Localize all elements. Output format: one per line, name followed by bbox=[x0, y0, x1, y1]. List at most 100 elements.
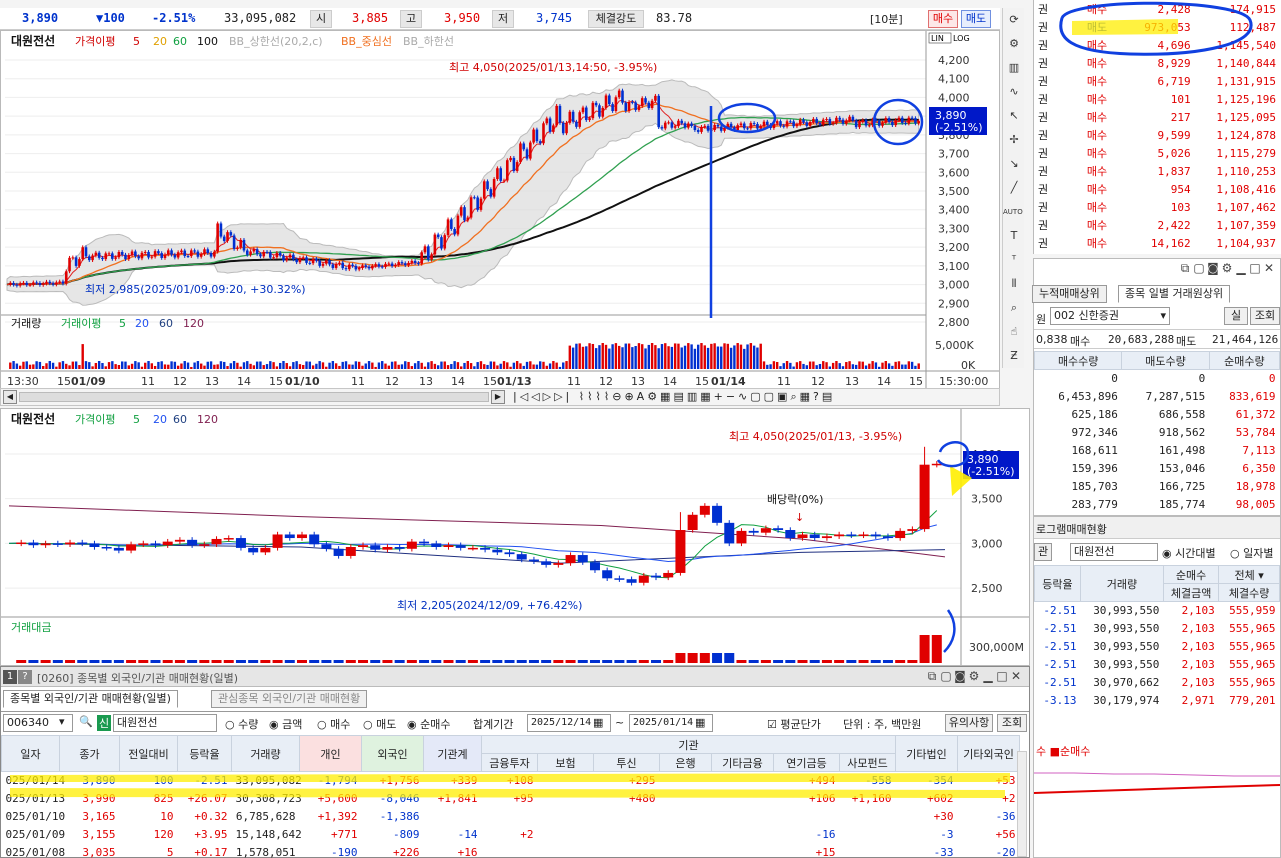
program-row[interactable]: -2.51 30,993,550 2,103 555,965 bbox=[1035, 638, 1280, 656]
calendar-to-icon[interactable]: ▦ bbox=[695, 716, 705, 729]
clip-icon[interactable]: ▢ bbox=[939, 669, 953, 683]
broker-rank-row[interactable]: 0 0 0 bbox=[1035, 370, 1280, 388]
zigzag-icon[interactable]: Ƶ bbox=[1005, 348, 1023, 364]
sell-button[interactable]: 매도 bbox=[961, 10, 991, 28]
tab-stock-daily[interactable]: 종목별 외국인/기관 매매현황(일별) bbox=[3, 690, 178, 708]
broker-trade-row[interactable]: 권 매수 1,837 1,110,253 bbox=[1034, 162, 1280, 180]
broker-trade-row[interactable]: 권 매수 9,599 1,124,878 bbox=[1034, 126, 1280, 144]
minimize-icon[interactable]: ▁ bbox=[981, 669, 995, 683]
chart-tools-strip[interactable]: |◁◁▷▷| ⌇⌇⌇⌇⊖⊕A⚙▦▤▥▦+−∿▢▢▣⌕▦?▤ bbox=[513, 390, 835, 404]
amount-bar bbox=[931, 635, 942, 663]
candle-body bbox=[846, 534, 857, 536]
table-row[interactable]: 025/01/14 3,890 100 -2.51 33,095,082 -1,794 +1… bbox=[2, 772, 1020, 790]
maximize-icon[interactable]: □ bbox=[995, 669, 1009, 683]
notice-button[interactable]: 유의사항 bbox=[945, 714, 993, 732]
zoom-icon[interactable]: ⌕ bbox=[1005, 300, 1023, 316]
tab-daily-broker[interactable]: 종목 일별 거래원상위 bbox=[1118, 285, 1231, 303]
arrow-icon[interactable]: ↘ bbox=[1005, 156, 1023, 172]
candle-icon[interactable]: ⫴ bbox=[1005, 276, 1023, 292]
chart-type-icon[interactable]: ▥ bbox=[1005, 60, 1023, 76]
auto-icon[interactable]: AUTO bbox=[1003, 204, 1023, 220]
broker-select[interactable]: 002 신한증권 ▾ bbox=[1050, 307, 1170, 325]
table-scrollbar[interactable] bbox=[1017, 751, 1027, 857]
broker-rank-row[interactable]: 168,611 161,498 7,113 bbox=[1035, 442, 1280, 460]
broker-rank-row[interactable]: 283,779 185,774 98,005 bbox=[1035, 496, 1280, 514]
close-icon[interactable]: ✕ bbox=[1009, 669, 1023, 683]
gear-icon[interactable]: ⚙ bbox=[967, 669, 981, 683]
radio-quantity[interactable]: ○ 수량 bbox=[225, 716, 258, 732]
settings-icon[interactable]: ⚙ bbox=[1005, 36, 1023, 52]
interval-select[interactable]: [10분] bbox=[870, 11, 903, 27]
broker-trade-row[interactable]: 권 매수 2,428 174,915 bbox=[1034, 0, 1280, 18]
daily-chart[interactable]: 대원전선 가격이평 5 20 60 120 최고 4,050(2025/01/1… bbox=[1, 409, 1029, 665]
refresh-icon[interactable]: ⟳ bbox=[1005, 12, 1023, 28]
radio-by-day[interactable]: ○ 일자별 bbox=[1230, 545, 1273, 561]
buy-button[interactable]: 매수 bbox=[928, 10, 958, 28]
radio-net[interactable]: ◉ 순매수 bbox=[407, 716, 450, 732]
broker-rank-row[interactable]: 185,703 166,725 18,978 bbox=[1035, 478, 1280, 496]
line-icon[interactable]: ╱ bbox=[1005, 180, 1023, 196]
close-icon[interactable]: ✕ bbox=[1262, 261, 1276, 275]
query-button[interactable]: 조회 bbox=[1250, 307, 1280, 325]
broker-trade-row[interactable]: 권 매수 5,026 1,115,279 bbox=[1034, 144, 1280, 162]
broker-rank-row[interactable]: 972,346 918,562 53,784 bbox=[1035, 424, 1280, 442]
table-row[interactable]: 025/01/08 3,035 5 +0.17 1,578,051 -190 +226 +16… bbox=[2, 844, 1020, 858]
broker-trade-row[interactable]: 권 매수 2,422 1,107,359 bbox=[1034, 216, 1280, 234]
x-tick-label: 11 bbox=[567, 375, 581, 388]
radio-by-time[interactable]: ◉ 시간대별 bbox=[1162, 545, 1216, 561]
broker-trade-row[interactable]: 권 매수 103 1,107,462 bbox=[1034, 198, 1280, 216]
broker-trade-row[interactable]: 권 매수 6,719 1,131,915 bbox=[1034, 72, 1280, 90]
avg-price-checkbox[interactable]: ☑ 평균단가 bbox=[767, 716, 821, 732]
maximize-icon[interactable]: □ bbox=[1248, 261, 1262, 275]
header-select[interactable]: 전체 ▾ bbox=[1218, 565, 1280, 584]
broker-trade-row[interactable]: 권 매수 954 1,108,416 bbox=[1034, 180, 1280, 198]
code-dropdown-icon[interactable]: ▾ bbox=[59, 715, 65, 728]
table-row[interactable]: 025/01/13 3,990 825 +26.07 30,308,723 +5,600 -… bbox=[2, 790, 1020, 808]
broker-rank-row[interactable]: 6,453,896 7,287,515 833,619 bbox=[1035, 388, 1280, 406]
broker-rank-row[interactable]: 159,396 153,046 6,350 bbox=[1035, 460, 1280, 478]
broker-trade-row[interactable]: 권 매수 8,929 1,140,844 bbox=[1034, 54, 1280, 72]
link-icon[interactable]: ⧉ bbox=[925, 669, 939, 684]
search-icon[interactable]: 🔍 bbox=[79, 715, 93, 728]
scroll-left-button[interactable]: ◀ bbox=[3, 390, 17, 404]
broker-trade-row[interactable]: 권 매수 101 1,125,196 bbox=[1034, 90, 1280, 108]
program-row[interactable]: -2.51 30,993,550 2,103 555,959 bbox=[1035, 602, 1280, 620]
tab-cumulative[interactable]: 누적매매상위 bbox=[1032, 285, 1107, 303]
pointer-icon[interactable]: ↖ bbox=[1005, 108, 1023, 124]
broker-trade-row[interactable]: 권 매수 217 1,125,095 bbox=[1034, 108, 1280, 126]
scroll-right-button[interactable]: ▶ bbox=[491, 390, 505, 404]
clip-icon[interactable]: ▢ bbox=[1192, 261, 1206, 275]
calendar-from-icon[interactable]: ▦ bbox=[593, 716, 603, 729]
text-box-icon[interactable]: ᵀ bbox=[1005, 252, 1023, 268]
radio-amount[interactable]: ◉ 금액 bbox=[269, 716, 302, 732]
broker-rank-row[interactable]: 625,186 686,558 61,372 bbox=[1035, 406, 1280, 424]
minimize-icon[interactable]: ▁ bbox=[1234, 261, 1248, 275]
program-row[interactable]: -3.13 30,179,974 2,971 779,201 bbox=[1035, 692, 1280, 710]
text-icon[interactable]: T bbox=[1005, 228, 1023, 244]
broker-trade-row[interactable]: 권 매수 4,696 1,145,540 bbox=[1034, 36, 1280, 54]
chart-scrollbar[interactable] bbox=[19, 392, 489, 402]
broker-trade-row[interactable]: 권 매수 14,162 1,104,937 bbox=[1034, 234, 1280, 252]
gear-icon[interactable]: ⚙ bbox=[1220, 261, 1234, 275]
program-btn[interactable]: 관 bbox=[1034, 543, 1052, 561]
program-row[interactable]: -2.51 30,993,550 2,103 555,965 bbox=[1035, 620, 1280, 638]
cross-icon[interactable]: ✢ bbox=[1005, 132, 1023, 148]
camera-icon[interactable]: ◙ bbox=[1206, 261, 1220, 275]
tab-watchlist[interactable]: 관심종목 외국인/기관 매매현황 bbox=[211, 690, 368, 708]
program-row[interactable]: -2.51 30,970,662 2,103 555,965 bbox=[1035, 674, 1280, 692]
radio-sell[interactable]: ○ 매도 bbox=[363, 716, 396, 732]
real-button[interactable]: 실 bbox=[1224, 307, 1248, 325]
camera-icon[interactable]: ◙ bbox=[953, 669, 967, 683]
table-row[interactable]: 025/01/10 3,165 10 +0.32 6,785,628 +1,392 -1,3… bbox=[2, 808, 1020, 826]
program-row[interactable]: -2.51 30,993,550 2,103 555,965 bbox=[1035, 656, 1280, 674]
intraday-chart[interactable]: 대원전선 가격이평 5 20 60 100 BB_상한선(20,2,c) BB_… bbox=[1, 31, 999, 405]
help-icon[interactable]: ? bbox=[18, 670, 32, 684]
program-stock-input[interactable]: 대원전선 bbox=[1070, 543, 1158, 561]
hand-icon[interactable]: ☝ bbox=[1005, 324, 1023, 340]
bottom-query-button[interactable]: 조회 bbox=[997, 714, 1027, 732]
broker-trade-row[interactable]: 권 매도 973,053 112,487 bbox=[1034, 18, 1280, 36]
link-icon[interactable]: ⧉ bbox=[1178, 261, 1192, 276]
table-row[interactable]: 025/01/09 3,155 120 +3.95 15,148,642 +771 -809… bbox=[2, 826, 1020, 844]
indicator-icon[interactable]: ∿ bbox=[1005, 84, 1023, 100]
radio-buy[interactable]: ○ 매수 bbox=[317, 716, 350, 732]
